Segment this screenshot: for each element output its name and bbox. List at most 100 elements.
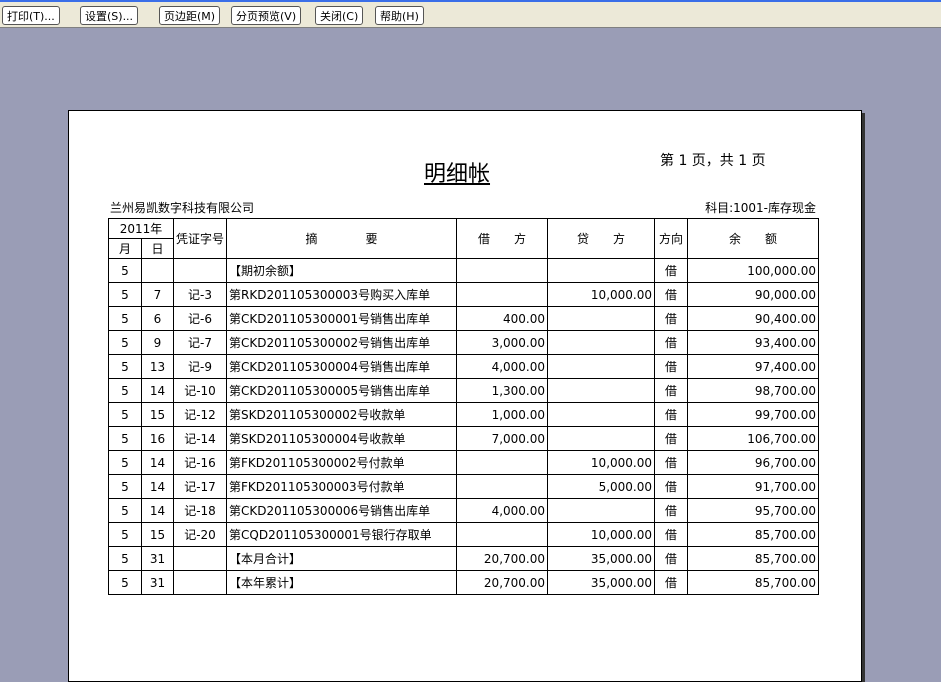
debit-cell: 1,300.00 bbox=[456, 378, 548, 403]
voucher-cell: 记-17 bbox=[173, 474, 227, 499]
month-cell: 5 bbox=[108, 546, 142, 571]
direction-header: 方向 bbox=[654, 218, 688, 259]
summary-cell: 第CKD201105300005号销售出库单 bbox=[226, 378, 457, 403]
table-row: 5 31 【本月合计】 20,700.00 35,000.00 借 85,700.00 bbox=[108, 546, 819, 571]
direction-cell: 借 bbox=[654, 522, 688, 547]
direction-cell: 借 bbox=[654, 498, 688, 523]
credit-cell bbox=[547, 258, 655, 283]
day-cell: 13 bbox=[141, 354, 174, 379]
table-row: 5 16 记-14 第SKD201105300004号收款单 7,000.00 借 106,… bbox=[108, 426, 819, 451]
debit-cell: 3,000.00 bbox=[456, 330, 548, 355]
summary-cell: 【期初余额】 bbox=[226, 258, 457, 283]
direction-cell: 借 bbox=[654, 450, 688, 475]
voucher-cell: 记-18 bbox=[173, 498, 227, 523]
table-row: 5 13 记-9 第CKD201105300004号销售出库单 4,000.00 借 97,… bbox=[108, 354, 819, 379]
direction-cell: 借 bbox=[654, 474, 688, 499]
table-row: 5 15 记-12 第SKD201105300002号收款单 1,000.00 借 99,7… bbox=[108, 402, 819, 427]
print-button[interactable]: 打印(T)... bbox=[2, 6, 60, 25]
month-cell: 5 bbox=[108, 282, 142, 307]
day-cell bbox=[141, 258, 174, 283]
month-cell: 5 bbox=[108, 306, 142, 331]
summary-cell: 【本年累计】 bbox=[226, 570, 457, 595]
month-cell: 5 bbox=[108, 378, 142, 403]
credit-cell: 10,000.00 bbox=[547, 522, 655, 547]
day-cell: 31 bbox=[141, 570, 174, 595]
table-row: 5 6 记-6 第CKD201105300001号销售出库单 400.00 借 90,400… bbox=[108, 306, 819, 331]
month-cell: 5 bbox=[108, 498, 142, 523]
summary-header: 摘 要 bbox=[226, 218, 457, 259]
page-break-preview-button[interactable]: 分页预览(V) bbox=[231, 6, 302, 25]
summary-cell: 第CQD201105300001号银行存取单 bbox=[226, 522, 457, 547]
debit-cell bbox=[456, 522, 548, 547]
company-name: 兰州易凯数字科技有限公司 bbox=[110, 201, 255, 215]
month-cell: 5 bbox=[108, 402, 142, 427]
debit-cell bbox=[456, 258, 548, 283]
day-header: 日 bbox=[141, 238, 174, 259]
day-cell: 31 bbox=[141, 546, 174, 571]
voucher-cell: 记-9 bbox=[173, 354, 227, 379]
table-row: 5 15 记-20 第CQD201105300001号银行存取单 10,000.00 借 8… bbox=[108, 522, 819, 547]
debit-cell: 400.00 bbox=[456, 306, 548, 331]
balance-cell: 106,700.00 bbox=[687, 426, 819, 451]
account-subject: 科目:1001-库存现金 bbox=[705, 201, 816, 215]
balance-cell: 99,700.00 bbox=[687, 402, 819, 427]
debit-cell bbox=[456, 450, 548, 475]
voucher-cell: 记-12 bbox=[173, 402, 227, 427]
summary-cell: 第SKD201105300004号收款单 bbox=[226, 426, 457, 451]
table-row: 5 14 记-10 第CKD201105300005号销售出库单 1,300.00 借 98… bbox=[108, 378, 819, 403]
debit-cell bbox=[456, 282, 548, 307]
credit-cell: 35,000.00 bbox=[547, 570, 655, 595]
balance-cell: 85,700.00 bbox=[687, 570, 819, 595]
credit-cell bbox=[547, 426, 655, 451]
table-row: 5 9 记-7 第CKD201105300002号销售出库单 3,000.00 借 93,4… bbox=[108, 330, 819, 355]
day-cell: 14 bbox=[141, 450, 174, 475]
summary-cell: 第CKD201105300002号销售出库单 bbox=[226, 330, 457, 355]
page-info: 第 1 页，共 1 页 bbox=[660, 153, 766, 169]
credit-cell: 10,000.00 bbox=[547, 282, 655, 307]
table-row: 5 31 【本年累计】 20,700.00 35,000.00 借 85,700.00 bbox=[108, 570, 819, 595]
direction-cell: 借 bbox=[654, 306, 688, 331]
day-cell: 14 bbox=[141, 378, 174, 403]
settings-button[interactable]: 设置(S)... bbox=[80, 6, 139, 25]
balance-cell: 100,000.00 bbox=[687, 258, 819, 283]
credit-cell bbox=[547, 330, 655, 355]
voucher-cell: 记-16 bbox=[173, 450, 227, 475]
table-row: 5 14 记-17 第FKD201105300003号付款单 5,000.00 借 91,7… bbox=[108, 474, 819, 499]
day-cell: 14 bbox=[141, 498, 174, 523]
help-button[interactable]: 帮助(H) bbox=[375, 6, 424, 25]
year-header: 2011年 bbox=[108, 218, 174, 239]
table-row: 5 14 记-18 第CKD201105300006号销售出库单 4,000.00 借 95… bbox=[108, 498, 819, 523]
margins-button[interactable]: 页边距(M) bbox=[159, 6, 221, 25]
month-cell: 5 bbox=[108, 522, 142, 547]
voucher-cell: 记-3 bbox=[173, 282, 227, 307]
summary-cell: 第CKD201105300004号销售出库单 bbox=[226, 354, 457, 379]
credit-header: 贷 方 bbox=[547, 218, 655, 259]
direction-cell: 借 bbox=[654, 354, 688, 379]
month-cell: 5 bbox=[108, 474, 142, 499]
balance-cell: 93,400.00 bbox=[687, 330, 819, 355]
summary-cell: 第FKD201105300002号付款单 bbox=[226, 450, 457, 475]
day-cell: 15 bbox=[141, 522, 174, 547]
credit-cell: 10,000.00 bbox=[547, 450, 655, 475]
credit-cell: 35,000.00 bbox=[547, 546, 655, 571]
direction-cell: 借 bbox=[654, 282, 688, 307]
table-row: 5 7 记-3 第RKD201105300003号购买入库单 10,000.00 借 90,… bbox=[108, 282, 819, 307]
summary-cell: 第FKD201105300003号付款单 bbox=[226, 474, 457, 499]
day-cell: 7 bbox=[141, 282, 174, 307]
balance-cell: 98,700.00 bbox=[687, 378, 819, 403]
credit-cell bbox=[547, 498, 655, 523]
credit-cell bbox=[547, 378, 655, 403]
debit-cell: 4,000.00 bbox=[456, 354, 548, 379]
summary-cell: 第CKD201105300001号销售出库单 bbox=[226, 306, 457, 331]
ledger-table: 2011年 凭证字号 摘 要 借 方 贷 方 方向 余 额 月 日 5 【期初余额… bbox=[108, 218, 819, 595]
balance-header: 余 额 bbox=[687, 218, 819, 259]
close-button[interactable]: 关闭(C) bbox=[315, 6, 364, 25]
direction-cell: 借 bbox=[654, 546, 688, 571]
direction-cell: 借 bbox=[654, 378, 688, 403]
balance-cell: 85,700.00 bbox=[687, 522, 819, 547]
voucher-cell: 记-20 bbox=[173, 522, 227, 547]
credit-cell bbox=[547, 354, 655, 379]
balance-cell: 90,400.00 bbox=[687, 306, 819, 331]
voucher-cell bbox=[173, 546, 227, 571]
debit-header: 借 方 bbox=[456, 218, 548, 259]
